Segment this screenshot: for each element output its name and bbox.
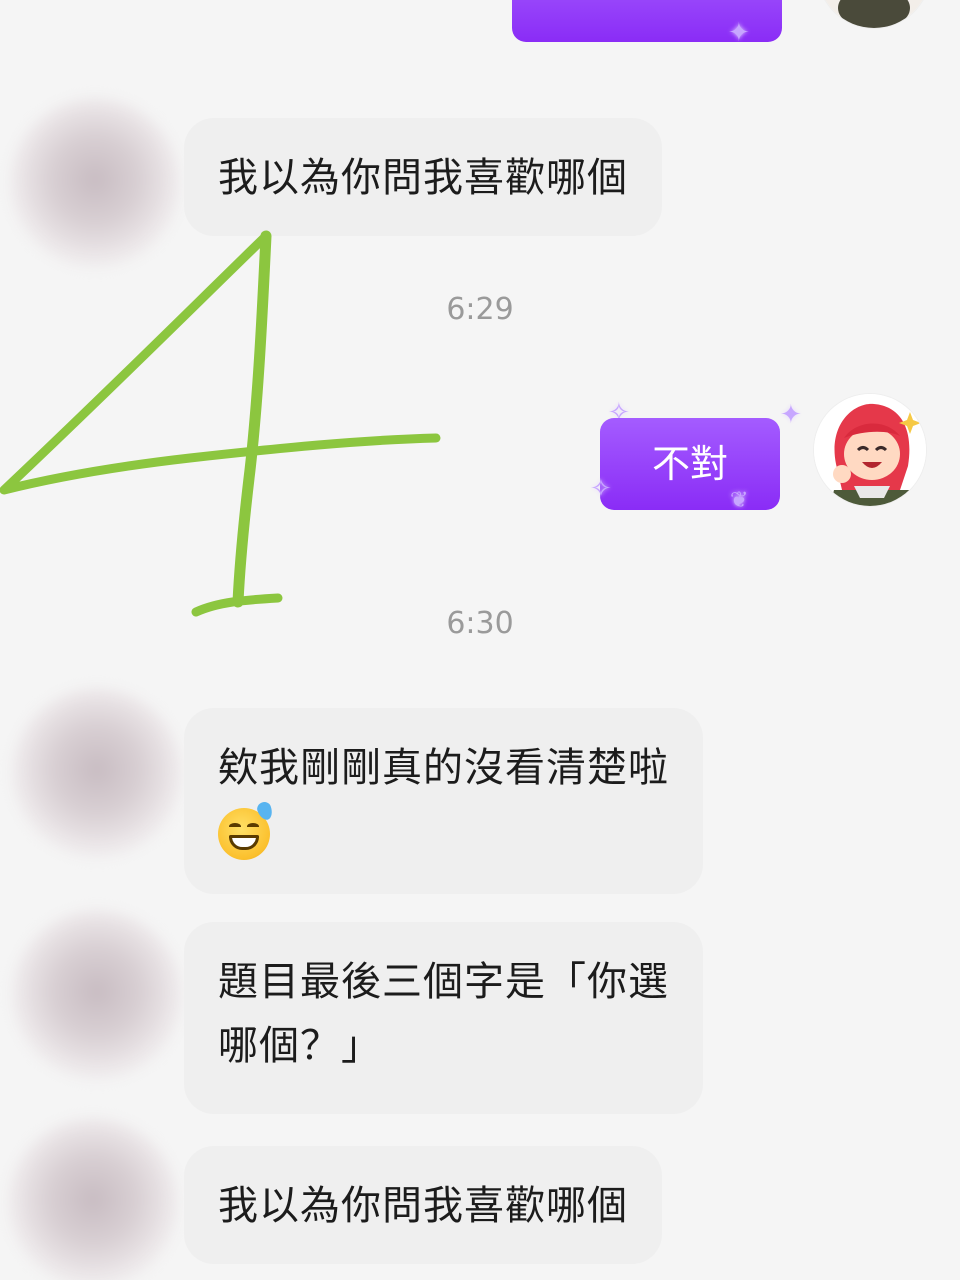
avatar-sticker-icon [818,0,930,28]
timestamp: 6:30 [446,606,514,641]
incoming-avatar[interactable] [12,910,182,1080]
incoming-avatar[interactable] [10,98,180,268]
outgoing-avatar-partial[interactable] [818,0,930,28]
message-text: 我以為你問我喜歡哪個 [218,1183,628,1229]
outgoing-message-bubble[interactable]: 不對 [600,418,780,510]
outgoing-avatar[interactable] [814,394,926,506]
grinning-face-with-sweat-icon [218,800,275,860]
red-hair-thumbs-up-sticker-icon [814,394,926,506]
incoming-avatar[interactable] [12,688,182,858]
incoming-message-bubble[interactable]: 題目最後三個字是「你選 哪個？」 [184,922,703,1114]
message-text: 題目最後三個字是「你選 [218,959,669,1005]
incoming-message-bubble[interactable]: 欸我剛剛真的沒看清楚啦 [184,708,703,894]
wing-heart-icon: ❦ [730,488,749,513]
message-text: 我以為你問我喜歡哪個 [218,155,628,201]
incoming-message-bubble[interactable]: 我以為你問我喜歡哪個 [184,1146,662,1264]
sparkle-icon: ✦ [728,18,750,48]
message-text: 哪個？」 [218,1023,382,1069]
timestamp: 6:29 [446,292,514,327]
chat-thread: ✦ 我以為你問我喜歡哪個 6:29 ✧ ✦ 不對 ❦ ✧ 6:30 欸我剛剛真的… [0,0,960,1280]
sparkle-icon: ✦ [780,400,802,430]
message-text: 不對 [651,442,728,486]
message-text: 欸我剛剛真的沒看清楚啦 [218,745,669,791]
incoming-avatar[interactable] [8,1118,178,1280]
sparkle-icon: ✧ [590,474,612,504]
incoming-message-bubble[interactable]: 我以為你問我喜歡哪個 [184,118,662,236]
